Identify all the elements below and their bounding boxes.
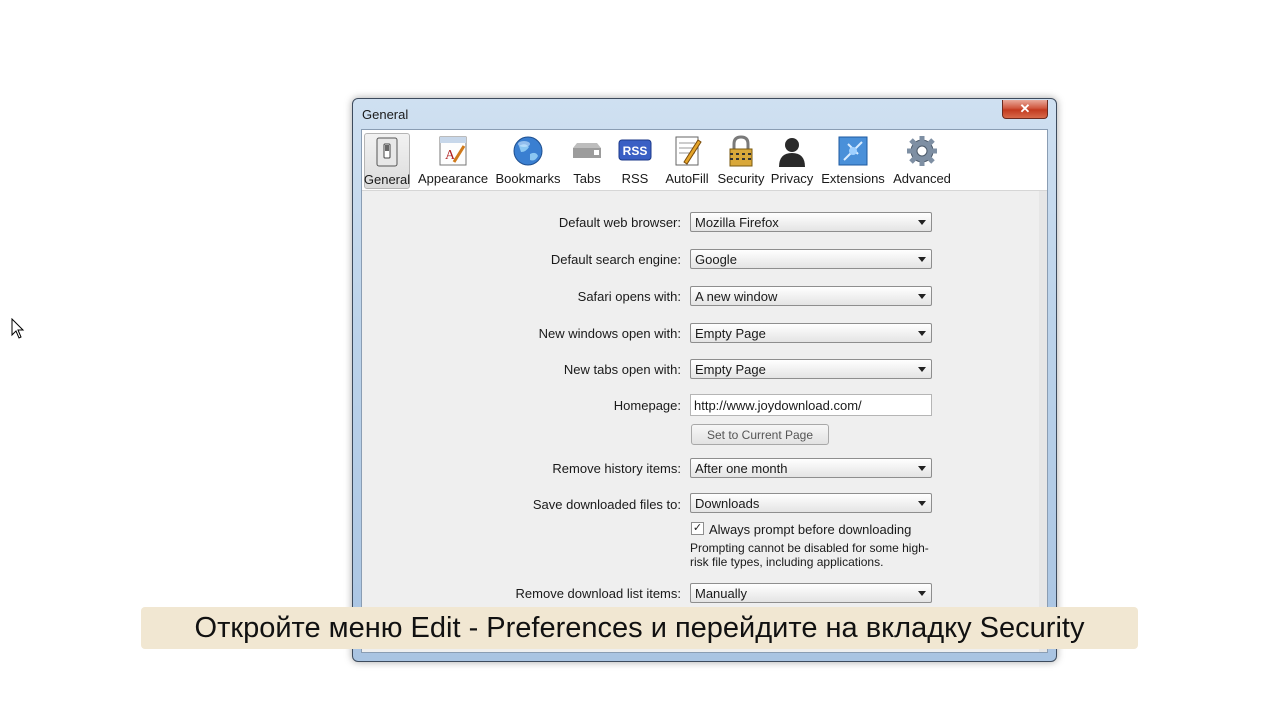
lock-icon bbox=[729, 135, 753, 167]
tab-tabs-label: Tabs bbox=[573, 171, 601, 186]
autofill-icon bbox=[675, 136, 702, 166]
tab-bookmarks-label: Bookmarks bbox=[495, 171, 561, 186]
tab-security[interactable]: Security bbox=[718, 134, 764, 188]
svg-text:RSS: RSS bbox=[623, 144, 648, 158]
safari-opens-value: A new window bbox=[695, 289, 778, 304]
safari-opens-label: Safari opens with: bbox=[577, 289, 681, 304]
save-downloads-select[interactable]: Downloads bbox=[690, 493, 932, 513]
tab-advanced[interactable]: Advanced bbox=[890, 134, 954, 188]
remove-download-list-select[interactable]: Manually bbox=[690, 583, 932, 603]
person-silhouette-icon bbox=[779, 138, 805, 167]
tab-appearance-label: Appearance bbox=[417, 171, 489, 186]
rss-icon: RSS bbox=[618, 139, 652, 161]
extensions-icon bbox=[838, 136, 868, 166]
window-title: General bbox=[362, 107, 409, 122]
chevron-down-icon bbox=[918, 466, 926, 471]
remove-download-list-value: Manually bbox=[695, 586, 748, 601]
tab-general[interactable]: General bbox=[364, 133, 410, 189]
remove-history-label: Remove history items: bbox=[552, 461, 681, 476]
safari-opens-select[interactable]: A new window bbox=[690, 286, 932, 306]
mouse-cursor-icon bbox=[11, 318, 25, 339]
prompt-note: Prompting cannot be disabled for some hi… bbox=[690, 541, 929, 569]
new-windows-label: New windows open with: bbox=[538, 326, 681, 341]
tab-general-label: General bbox=[363, 172, 411, 187]
new-tabs-value: Empty Page bbox=[695, 362, 766, 377]
general-settings-panel: Default web browser: Mozilla Firefox Def… bbox=[362, 191, 1047, 652]
always-prompt-label: Always prompt before downloading bbox=[709, 522, 912, 537]
window-client: General A Appearance Bookmarks Tabs RSS … bbox=[361, 129, 1048, 653]
tab-security-label: Security bbox=[717, 171, 765, 186]
remove-history-select[interactable]: After one month bbox=[690, 458, 932, 478]
tab-extensions-label: Extensions bbox=[821, 171, 885, 186]
preferences-toolbar: General A Appearance Bookmarks Tabs RSS … bbox=[362, 130, 1047, 191]
chevron-down-icon bbox=[918, 294, 926, 299]
tab-privacy-label: Privacy bbox=[770, 171, 814, 186]
tabs-icon bbox=[573, 143, 601, 158]
chevron-down-icon bbox=[918, 591, 926, 596]
scrollbar[interactable] bbox=[1039, 191, 1047, 652]
general-switch-icon bbox=[376, 137, 398, 167]
chevron-down-icon bbox=[918, 257, 926, 262]
subtitle-caption: Откройте меню Edit - Preferences и перей… bbox=[141, 607, 1138, 649]
chevron-down-icon bbox=[918, 331, 926, 336]
tab-rss-label: RSS bbox=[621, 171, 649, 186]
tab-advanced-label: Advanced bbox=[893, 171, 951, 186]
always-prompt-checkbox[interactable]: ✓ bbox=[691, 522, 704, 535]
new-tabs-select[interactable]: Empty Page bbox=[690, 359, 932, 379]
tab-privacy[interactable]: Privacy bbox=[770, 134, 814, 188]
tab-extensions[interactable]: Extensions bbox=[821, 134, 885, 188]
preferences-window: General ✕ General A Appearance Bookmarks… bbox=[352, 98, 1057, 662]
tab-tabs[interactable]: Tabs bbox=[567, 134, 607, 188]
search-engine-label: Default search engine: bbox=[550, 252, 681, 267]
chevron-down-icon bbox=[918, 501, 926, 506]
default-browser-select[interactable]: Mozilla Firefox bbox=[690, 212, 932, 232]
tab-rss[interactable]: RSS RSS bbox=[617, 134, 653, 188]
homepage-label: Homepage: bbox=[613, 398, 681, 413]
default-browser-label: Default web browser: bbox=[558, 215, 681, 230]
tab-autofill[interactable]: AutoFill bbox=[662, 134, 712, 188]
search-engine-value: Google bbox=[695, 252, 737, 267]
close-button[interactable]: ✕ bbox=[1002, 100, 1048, 119]
tab-appearance[interactable]: A Appearance bbox=[418, 134, 488, 188]
tab-autofill-label: AutoFill bbox=[665, 171, 709, 186]
save-downloads-label: Save downloaded files to: bbox=[532, 497, 681, 512]
save-downloads-value: Downloads bbox=[695, 496, 760, 511]
set-current-page-button[interactable]: Set to Current Page bbox=[691, 424, 829, 445]
remove-download-list-label: Remove download list items: bbox=[515, 586, 681, 601]
globe-icon bbox=[513, 136, 543, 166]
new-windows-value: Empty Page bbox=[695, 326, 766, 341]
new-windows-select[interactable]: Empty Page bbox=[690, 323, 932, 343]
remove-history-value: After one month bbox=[695, 461, 788, 476]
search-engine-select[interactable]: Google bbox=[690, 249, 932, 269]
chevron-down-icon bbox=[918, 367, 926, 372]
homepage-input[interactable]: http://www.joydownload.com/ bbox=[690, 394, 932, 416]
appearance-icon: A bbox=[439, 136, 467, 166]
chevron-down-icon bbox=[918, 220, 926, 225]
default-browser-value: Mozilla Firefox bbox=[695, 215, 779, 230]
tab-bookmarks[interactable]: Bookmarks bbox=[495, 134, 561, 188]
new-tabs-label: New tabs open with: bbox=[563, 362, 681, 377]
gear-icon bbox=[907, 136, 937, 166]
